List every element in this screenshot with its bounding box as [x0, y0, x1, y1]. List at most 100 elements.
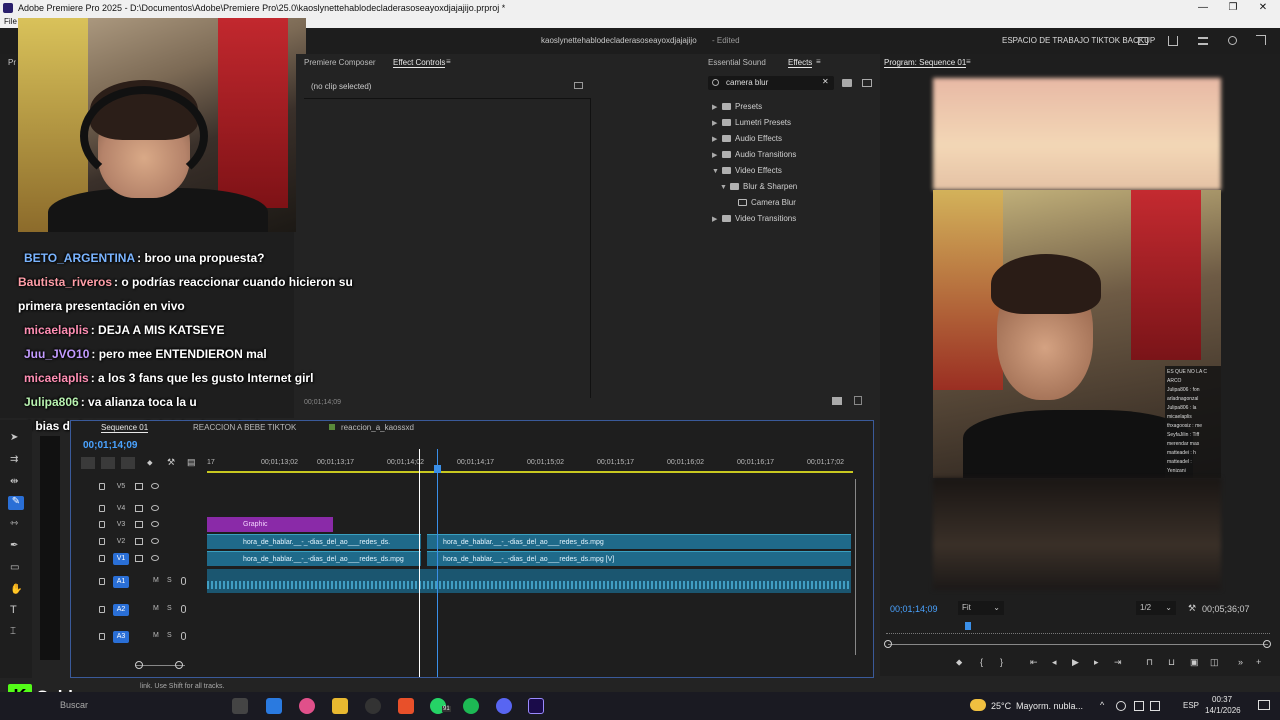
go-to-in-icon[interactable]: ⇤	[1030, 657, 1038, 668]
eye-icon[interactable]	[151, 555, 159, 561]
new-bin-icon[interactable]	[832, 397, 842, 405]
zoom-scrollbar[interactable]	[888, 644, 1268, 645]
effects-tree-item[interactable]: ▶ Audio Effects	[712, 132, 782, 146]
caption-tool-icon[interactable]: ⌶	[10, 626, 16, 637]
notifications-icon[interactable]	[1258, 700, 1270, 710]
lock-icon[interactable]	[99, 555, 105, 562]
search-icon[interactable]	[1228, 36, 1237, 45]
timeline-playhead[interactable]	[437, 449, 438, 677]
app-icon[interactable]	[299, 698, 315, 714]
razor-tool-icon[interactable]: ✎	[8, 496, 24, 510]
language-indicator[interactable]: ESP	[1183, 701, 1199, 710]
network-icon[interactable]	[1134, 701, 1144, 711]
sync-lock-icon[interactable]	[135, 483, 143, 490]
32bit-effects-icon[interactable]	[862, 79, 872, 87]
tab-reaccion-kaossxd[interactable]: reaccion_a_kaossxd	[341, 423, 414, 432]
slip-tool-icon[interactable]: ⇿	[10, 518, 18, 529]
menu-lines-icon[interactable]	[1198, 37, 1208, 45]
discord-icon[interactable]	[496, 698, 512, 714]
ripple-edit-icon[interactable]: ⇹	[10, 476, 18, 487]
marker-icon[interactable]: ⬥	[956, 657, 962, 668]
workspace-label[interactable]: ESPACIO DE TRABAJO TIKTOK BACKUP	[1002, 28, 1155, 54]
add-marker-icon[interactable]: ⬥	[147, 458, 153, 468]
lock-icon[interactable]	[99, 633, 105, 640]
program-timecode[interactable]: 00;01;14;09	[890, 604, 938, 614]
zoom-handle-right[interactable]	[1263, 640, 1271, 648]
program-playhead[interactable]	[965, 622, 971, 630]
file-explorer-icon[interactable]	[332, 698, 348, 714]
chevron-right-icon[interactable]: ▶	[712, 149, 722, 163]
step-forward-icon[interactable]: ▸	[1094, 657, 1099, 668]
microphone-icon[interactable]	[181, 577, 186, 585]
add-button-icon[interactable]: +	[1256, 657, 1261, 667]
chevron-down-icon[interactable]: ▼	[712, 165, 722, 179]
program-tab[interactable]: Program: Sequence 01	[884, 58, 967, 68]
chevron-right-icon[interactable]: ▶	[712, 133, 722, 147]
chevron-right-icon[interactable]: ▶	[712, 117, 722, 131]
lock-icon[interactable]	[99, 483, 105, 490]
track-name[interactable]: A2	[113, 604, 129, 616]
store-icon[interactable]	[266, 698, 282, 714]
track-name[interactable]: V4	[113, 503, 129, 515]
workspace-icon[interactable]	[1138, 37, 1148, 45]
zoom-handle-right[interactable]	[175, 661, 183, 669]
effects-tree-item[interactable]: ▼ Video Effects	[712, 164, 782, 178]
wrench-icon[interactable]: ⚒	[1188, 603, 1196, 614]
solo-icon[interactable]: S	[167, 577, 172, 584]
chevron-right-icon[interactable]: ▶	[712, 213, 722, 227]
toggle-timeline-icon[interactable]	[574, 82, 583, 89]
sync-lock-icon[interactable]	[135, 521, 143, 528]
tab-sequence-01[interactable]: Sequence 01	[101, 423, 149, 433]
microphone-icon[interactable]	[181, 632, 186, 640]
track-name[interactable]: V3	[113, 519, 129, 531]
system-tray-icon[interactable]	[1116, 701, 1126, 711]
v1-clip-left[interactable]: hora_de_hablar.__-_-dias_del_ao___redes_…	[207, 551, 421, 566]
track-scrollbar[interactable]	[855, 479, 856, 655]
task-view-icon[interactable]	[232, 698, 248, 714]
expand-icon[interactable]	[1256, 35, 1266, 45]
rectangle-tool-icon[interactable]: ▭	[10, 562, 19, 573]
lock-icon[interactable]	[99, 521, 105, 528]
export-frame-icon[interactable]: ▣	[1190, 657, 1199, 668]
effects-tree-item[interactable]: ▶ Video Transitions	[712, 212, 796, 226]
panel-menu-icon[interactable]: ≡	[816, 57, 821, 66]
hand-tool-icon[interactable]: ✋	[10, 584, 22, 595]
sync-lock-icon[interactable]	[135, 555, 143, 562]
go-to-out-icon[interactable]: ⇥	[1114, 657, 1122, 668]
snap-icon[interactable]	[101, 457, 115, 469]
solo-icon[interactable]: S	[167, 605, 172, 612]
graphic-clip[interactable]: Graphic	[207, 517, 333, 532]
effects-tree-item[interactable]: ▼ Blur & Sharpen	[720, 180, 797, 194]
tab-effect-controls[interactable]: Effect Controls	[393, 58, 446, 68]
clear-search-icon[interactable]: ✕	[822, 77, 829, 86]
type-tool-icon[interactable]: T	[10, 604, 17, 616]
track-name[interactable]: V1	[113, 553, 129, 565]
captions-icon[interactable]: ▤	[187, 457, 196, 468]
fit-dropdown[interactable]: Fit ⌄	[958, 601, 1004, 615]
solo-icon[interactable]: S	[167, 632, 172, 639]
tab-effects[interactable]: Effects	[788, 58, 813, 68]
sync-lock-icon[interactable]	[135, 505, 143, 512]
lock-icon[interactable]	[99, 505, 105, 512]
selection-tool-icon[interactable]: ➤	[10, 432, 18, 443]
project-tab[interactable]: Pr	[8, 58, 16, 67]
track-select-icon[interactable]: ⇉	[10, 454, 18, 465]
work-area-bar[interactable]	[207, 471, 853, 473]
mute-icon[interactable]: M	[153, 632, 159, 639]
panel-menu-icon[interactable]: ≡	[446, 57, 451, 66]
chevron-right-icon[interactable]: ▶	[712, 101, 722, 115]
mute-icon[interactable]: M	[153, 605, 159, 612]
v2-clip-right[interactable]: hora_de_hablar.__-_-dias_del_ao___redes_…	[427, 534, 851, 549]
share-icon[interactable]	[1168, 36, 1178, 46]
linked-selection-icon[interactable]	[121, 457, 135, 469]
track-name[interactable]: A3	[113, 631, 129, 643]
restore-button[interactable]: ❐	[1218, 0, 1248, 16]
zoom-handle-left[interactable]	[135, 661, 143, 669]
playhead-handle[interactable]	[434, 465, 441, 473]
panel-menu-icon[interactable]: ≡	[966, 57, 971, 66]
nest-toggle-icon[interactable]	[81, 457, 95, 469]
eye-icon[interactable]	[151, 483, 159, 489]
clock-date[interactable]: 14/1/2026	[1205, 706, 1241, 715]
lock-icon[interactable]	[99, 578, 105, 585]
mute-icon[interactable]: M	[153, 577, 159, 584]
